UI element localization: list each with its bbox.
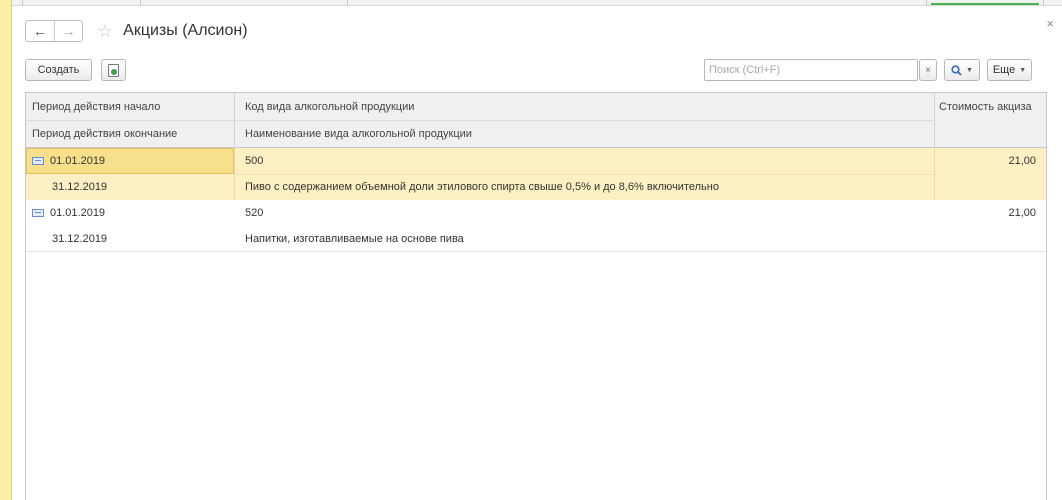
header-divider bbox=[26, 120, 934, 121]
column-divider bbox=[934, 148, 935, 200]
period-end-cell[interactable]: 31.12.2019 bbox=[52, 174, 107, 200]
more-label: Еще bbox=[992, 64, 1016, 76]
star-icon[interactable]: ☆ bbox=[97, 22, 113, 40]
period-start-value: 01.01.2019 bbox=[50, 207, 106, 219]
header-product-code[interactable]: Код вида алкогольной продукции bbox=[239, 93, 933, 120]
top-tab-strip bbox=[12, 0, 1062, 6]
period-start-value: 01.01.2019 bbox=[50, 155, 106, 167]
column-divider bbox=[234, 93, 235, 148]
table-row[interactable]: 01.01.2019 31.12.2019 520 Напитки, изгот… bbox=[26, 200, 1046, 252]
forward-arrow-icon[interactable]: → bbox=[54, 21, 82, 41]
create-button[interactable]: Создать bbox=[25, 59, 92, 81]
search-input[interactable] bbox=[704, 59, 918, 81]
table-header: Период действия начало Период действия о… bbox=[26, 93, 1046, 148]
chevron-down-icon: ▼ bbox=[1019, 66, 1027, 74]
header-product-name[interactable]: Наименование вида алкогольной продукции bbox=[239, 120, 933, 147]
product-name-cell[interactable]: Пиво с содержанием объемной доли этилово… bbox=[245, 174, 719, 200]
more-button[interactable]: Еще ▼ bbox=[987, 59, 1032, 81]
back-arrow-icon[interactable]: ← bbox=[26, 21, 54, 41]
table-row[interactable]: 01.01.2019 31.12.2019 500 Пиво с содержа… bbox=[26, 148, 1046, 200]
period-start-cell[interactable]: 01.01.2019 bbox=[32, 200, 105, 226]
active-tab[interactable] bbox=[926, 0, 1044, 6]
tab-separator bbox=[347, 0, 348, 6]
toolbar: Создать × ▼ Еще ▼ bbox=[25, 59, 1048, 83]
column-divider bbox=[934, 93, 935, 148]
product-name-cell[interactable]: Напитки, изготавливаемые на основе пива bbox=[245, 226, 464, 252]
page-title: Акцизы (Алсион) bbox=[123, 22, 248, 39]
nav-buttons: ← → bbox=[25, 20, 83, 42]
header-period-end[interactable]: Период действия окончание bbox=[26, 120, 234, 147]
tab-separator bbox=[22, 0, 23, 6]
title-row: ← → ☆ Акцизы (Алсион) bbox=[25, 18, 248, 44]
tab-separator bbox=[140, 0, 141, 6]
period-start-cell[interactable]: 01.01.2019 bbox=[32, 148, 105, 174]
search-icon bbox=[951, 64, 962, 76]
copy-button[interactable] bbox=[101, 59, 126, 81]
product-code-cell[interactable]: 500 bbox=[245, 148, 263, 174]
excise-table: Период действия начало Период действия о… bbox=[25, 92, 1047, 500]
period-end-cell[interactable]: 31.12.2019 bbox=[52, 226, 107, 252]
left-panel bbox=[0, 0, 12, 500]
excise-cost-cell[interactable]: 21,00 bbox=[935, 200, 1046, 226]
clear-search-button[interactable]: × bbox=[919, 59, 937, 81]
search-button[interactable]: ▼ bbox=[944, 59, 980, 81]
header-excise-cost[interactable]: Стоимость акциза bbox=[935, 93, 1045, 120]
record-icon bbox=[32, 209, 44, 217]
chevron-down-icon: ▼ bbox=[966, 66, 973, 74]
close-icon[interactable]: × bbox=[1046, 16, 1054, 31]
row-divider bbox=[234, 174, 934, 175]
copy-icon bbox=[108, 63, 119, 77]
header-period-start[interactable]: Период действия начало bbox=[26, 93, 234, 120]
product-code-cell[interactable]: 520 bbox=[245, 200, 263, 226]
excise-cost-cell[interactable]: 21,00 bbox=[935, 148, 1046, 174]
record-icon bbox=[32, 157, 44, 165]
